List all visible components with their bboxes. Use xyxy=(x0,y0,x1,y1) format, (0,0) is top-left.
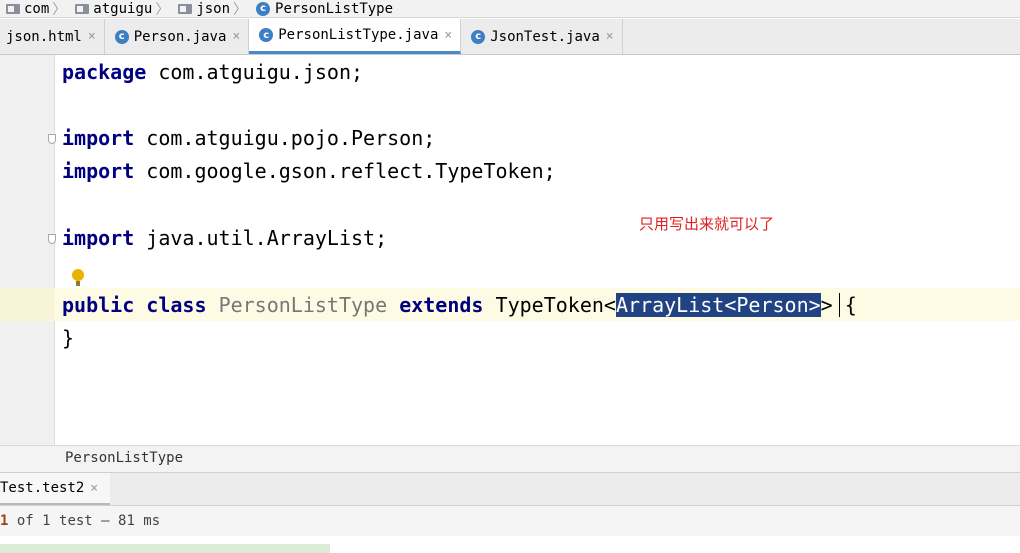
keyword: import xyxy=(62,126,135,150)
breadcrumb-item-atguigu[interactable]: atguigu xyxy=(71,1,152,17)
breadcrumb-label: atguigu xyxy=(93,0,153,17)
code-line-package[interactable]: package com.atguigu.json; xyxy=(62,56,363,89)
fold-icon[interactable] xyxy=(48,234,56,244)
run-tab-label: Test.test2 xyxy=(0,480,85,496)
breadcrumb-item-com[interactable]: com xyxy=(2,1,49,17)
test-progress-bar xyxy=(0,544,330,553)
breadcrumb-label: com xyxy=(24,0,50,17)
tab-label: json.html xyxy=(6,28,82,45)
folder-icon xyxy=(178,3,193,14)
code-text: java.util.ArrayList; xyxy=(134,226,388,250)
code-text: } xyxy=(62,326,75,350)
chevron-right-icon: 〉 xyxy=(52,1,67,18)
tab-personlisttype-java[interactable]: c PersonListType.java × xyxy=(249,19,462,54)
code-text: com.google.gson.reflect.TypeToken; xyxy=(134,159,556,183)
close-icon[interactable]: × xyxy=(444,28,452,43)
keyword: import xyxy=(62,159,135,183)
code-line-import-person[interactable]: import com.atguigu.pojo.Person; xyxy=(62,122,435,155)
code-text: com.atguigu.pojo.Person; xyxy=(134,126,436,150)
fold-icon[interactable] xyxy=(48,134,56,144)
run-status: 1 of 1 test – 81 ms xyxy=(0,506,1020,536)
breadcrumb: com 〉 atguigu 〉 json 〉 c PersonListType xyxy=(0,0,1020,18)
tab-person-java[interactable]: c Person.java × xyxy=(105,19,250,54)
line-gutter[interactable] xyxy=(0,55,55,445)
close-icon[interactable]: × xyxy=(88,29,96,44)
folder-icon xyxy=(75,3,90,14)
code-text: com.atguigu.json; xyxy=(146,60,364,84)
keyword: public xyxy=(62,293,135,317)
code-editor[interactable]: package com.atguigu.json; import com.atg… xyxy=(0,55,1020,445)
structure-label[interactable]: PersonListType xyxy=(65,450,183,466)
tab-label: JsonTest.java xyxy=(490,28,600,45)
code-line-closing-brace[interactable]: } xyxy=(62,322,74,355)
breadcrumb-label: json xyxy=(196,0,231,17)
selected-text: ArrayList<Person> xyxy=(615,293,821,317)
keyword: class xyxy=(146,293,207,317)
close-icon[interactable]: × xyxy=(90,481,98,496)
lightbulb-icon[interactable] xyxy=(72,269,84,286)
tab-label: Person.java xyxy=(133,28,227,45)
text-cursor xyxy=(839,293,840,317)
class-icon: c xyxy=(256,1,271,16)
chevron-right-icon: 〉 xyxy=(155,1,170,18)
folder-icon xyxy=(6,3,20,14)
keyword: extends xyxy=(399,293,484,317)
class-icon: c xyxy=(114,29,129,44)
structure-bar: PersonListType xyxy=(0,445,1020,473)
code-text: TypeToken< xyxy=(495,293,616,317)
test-status-text: of 1 test – 81 ms xyxy=(8,513,161,529)
close-icon[interactable]: × xyxy=(232,29,240,44)
gutter-highlight xyxy=(0,288,54,321)
tab-label: PersonListType.java xyxy=(278,27,439,43)
tab-jsontest-java[interactable]: c JsonTest.java × xyxy=(461,19,623,54)
keyword: package xyxy=(62,60,147,84)
editor-tabs: json.html × c Person.java × c PersonList… xyxy=(0,19,1020,55)
breadcrumb-label: PersonListType xyxy=(275,0,394,17)
close-icon[interactable]: × xyxy=(606,29,614,44)
code-line-import-arraylist[interactable]: import java.util.ArrayList; xyxy=(62,222,387,255)
code-line-import-typetoken[interactable]: import com.google.gson.reflect.TypeToken… xyxy=(62,155,556,188)
class-icon: c xyxy=(471,29,486,44)
run-tab-test2[interactable]: Test.test2 × xyxy=(0,473,111,505)
code-line-class-declaration[interactable]: public class PersonListType extends Type… xyxy=(62,289,857,322)
annotation-text: 只用写出来就可以了 xyxy=(639,215,775,233)
breadcrumb-item-json[interactable]: json xyxy=(174,1,230,17)
class-icon: c xyxy=(259,28,274,42)
run-panel-tabs: Test.test2 × xyxy=(0,473,1020,506)
breadcrumb-item-personlisttype[interactable]: c PersonListType xyxy=(252,1,393,17)
keyword: import xyxy=(62,226,135,250)
chevron-right-icon: 〉 xyxy=(233,1,248,18)
tab-json-html[interactable]: json.html × xyxy=(0,19,105,54)
class-name: PersonListType xyxy=(218,293,388,317)
